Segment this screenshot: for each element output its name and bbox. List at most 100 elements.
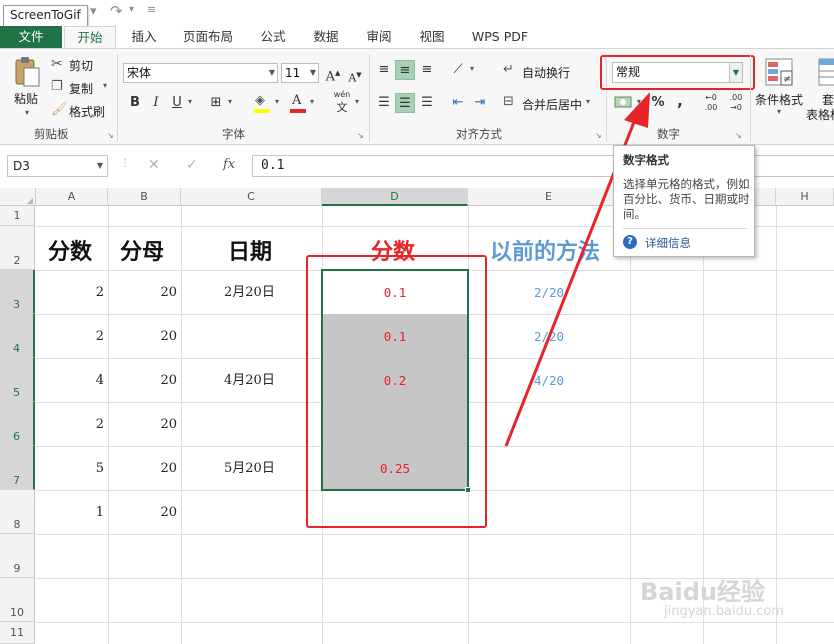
row-header-4[interactable]: 4 xyxy=(0,314,35,358)
redo-icon[interactable]: ↷ xyxy=(110,2,123,20)
cell-a2[interactable]: 分数 xyxy=(48,234,92,266)
row-header-7[interactable]: 7 xyxy=(0,446,35,490)
row-header-3[interactable]: 3 xyxy=(0,270,35,314)
cell-b3[interactable]: 20 xyxy=(108,283,177,303)
align-top-icon: ≡ xyxy=(378,62,390,77)
paste-button[interactable] xyxy=(12,56,42,88)
column-header-h[interactable]: H xyxy=(776,188,834,206)
fill-dropdown-icon[interactable]: ▾ xyxy=(275,97,279,106)
orientation-dropdown-icon[interactable]: ▾ xyxy=(470,64,474,73)
cell-c5[interactable]: 4月20日 xyxy=(224,371,275,391)
decrease-indent-button[interactable]: ⇤ xyxy=(448,93,468,113)
cell-a4[interactable]: 2 xyxy=(36,327,104,347)
align-top-button[interactable]: ≡ xyxy=(374,60,394,80)
tab-page-layout[interactable]: 页面布局 xyxy=(176,26,240,48)
tooltip-more-info-link[interactable]: 详细信息 xyxy=(645,235,691,251)
column-header-b[interactable]: B xyxy=(108,188,181,206)
cell-a6[interactable]: 2 xyxy=(36,415,104,435)
font-color-button[interactable]: A xyxy=(288,93,308,115)
format-painter-button[interactable]: 🖌 格式刷 xyxy=(51,102,111,120)
phonetic-dropdown-icon[interactable]: ▾ xyxy=(355,97,359,106)
row-header-1[interactable]: 1 xyxy=(0,206,35,226)
row-header-6[interactable]: 6 xyxy=(0,402,35,446)
tab-file[interactable]: 文件 xyxy=(0,26,62,48)
fill-color-swatch xyxy=(254,109,270,113)
name-box[interactable]: D3 ▼ xyxy=(7,155,108,177)
wrap-text-button[interactable]: ↵ 自动换行 xyxy=(503,62,573,82)
format-as-table-button[interactable] xyxy=(817,57,834,89)
copy-dropdown-icon[interactable]: ▾ xyxy=(103,81,107,90)
increase-indent-button[interactable]: ⇥ xyxy=(470,93,490,113)
tab-insert[interactable]: 插入 xyxy=(124,26,164,48)
paste-dropdown-icon[interactable]: ▾ xyxy=(25,108,29,117)
row-header-9[interactable]: 9 xyxy=(0,534,35,578)
cancel-button[interactable]: ✕ xyxy=(148,157,160,173)
align-right-button[interactable]: ☰ xyxy=(417,93,437,113)
align-center-button[interactable]: ☰ xyxy=(395,93,415,113)
cell-c2[interactable]: 日期 xyxy=(228,234,272,266)
decrease-decimal-button[interactable]: .00 →0 xyxy=(725,93,747,115)
cell-b4[interactable]: 20 xyxy=(108,327,177,347)
bold-button[interactable]: B xyxy=(125,93,145,113)
tab-data[interactable]: 数据 xyxy=(306,26,346,48)
cell-c3[interactable]: 2月20日 xyxy=(224,283,275,303)
cell-c7[interactable]: 5月20日 xyxy=(224,459,275,479)
tab-view[interactable]: 视图 xyxy=(412,26,452,48)
cell-a5[interactable]: 4 xyxy=(36,371,104,391)
conditional-format-dropdown-icon[interactable]: ▾ xyxy=(777,107,781,116)
borders-button[interactable]: ⊞ xyxy=(206,93,226,113)
tab-wps-pdf[interactable]: WPS PDF xyxy=(464,26,536,48)
underline-dropdown-icon[interactable]: ▾ xyxy=(188,97,192,106)
row-header-8[interactable]: 8 xyxy=(0,490,35,534)
align-bottom-button[interactable]: ≡ xyxy=(417,60,437,80)
quick-access-dropdown-icon[interactable]: ▾ xyxy=(90,4,97,19)
row-header-10[interactable]: 10 xyxy=(0,578,35,622)
comma-button[interactable]: , xyxy=(670,91,690,111)
cell-b2[interactable]: 分母 xyxy=(120,234,164,266)
fill-color-button[interactable]: ◈ xyxy=(252,93,274,115)
column-header-a[interactable]: A xyxy=(36,188,108,206)
cell-b8[interactable]: 20 xyxy=(108,503,177,523)
cut-button[interactable]: ✂ 剪切 xyxy=(51,56,111,74)
tab-review[interactable]: 审阅 xyxy=(359,26,399,48)
cell-a3[interactable]: 2 xyxy=(36,283,104,303)
cell-b5[interactable]: 20 xyxy=(108,371,177,391)
row-header-5[interactable]: 5 xyxy=(0,358,35,402)
copy-button[interactable]: ❐ 复制 ▾ xyxy=(51,79,111,97)
font-size-select[interactable]: 11 ▼ xyxy=(281,63,319,83)
increase-decimal-button[interactable]: ←0 .00 xyxy=(700,93,722,115)
align-middle-button[interactable]: ≡ xyxy=(395,60,415,80)
grow-font-button[interactable]: A▲ xyxy=(323,63,343,84)
row-header-11[interactable]: 11 xyxy=(0,622,35,644)
italic-button[interactable]: I xyxy=(146,93,166,113)
column-header-c[interactable]: C xyxy=(181,188,322,206)
cell-a8[interactable]: 1 xyxy=(36,503,104,523)
align-left-button[interactable]: ☰ xyxy=(374,93,394,113)
conditional-format-button[interactable]: ≠ xyxy=(764,57,796,89)
cell-b7[interactable]: 20 xyxy=(108,459,177,479)
shrink-font-button[interactable]: A▼ xyxy=(345,65,365,85)
quick-access-bar xyxy=(0,0,834,26)
underline-button[interactable]: U xyxy=(167,93,187,113)
redo-dropdown-icon[interactable]: ▾ xyxy=(129,4,134,15)
column-header-d[interactable]: D xyxy=(322,188,468,206)
tooltip-title: 数字格式 xyxy=(623,153,669,167)
tab-formulas[interactable]: 公式 xyxy=(253,26,293,48)
chevron-down-icon: ▼ xyxy=(96,161,103,170)
enter-button[interactable]: ✓ xyxy=(186,157,198,173)
clipboard-launcher-icon[interactable]: ↘ xyxy=(107,131,114,140)
phonetic-button[interactable]: wén 文 xyxy=(331,90,353,116)
number-launcher-icon[interactable]: ↘ xyxy=(735,131,742,140)
borders-dropdown-icon[interactable]: ▾ xyxy=(228,97,232,106)
row-header-2[interactable]: 2 xyxy=(0,226,35,270)
cell-a7[interactable]: 5 xyxy=(36,459,104,479)
tab-home[interactable]: 开始 xyxy=(64,26,116,48)
orientation-button[interactable]: ⟋ xyxy=(448,60,468,80)
cell-b6[interactable]: 20 xyxy=(108,415,177,435)
customize-qa-icon[interactable]: ≡ xyxy=(147,3,156,16)
font-name-select[interactable]: 宋体 ▼ xyxy=(123,63,278,83)
font-launcher-icon[interactable]: ↘ xyxy=(357,131,364,140)
insert-function-button[interactable]: fx xyxy=(223,157,235,172)
font-color-dropdown-icon[interactable]: ▾ xyxy=(310,97,314,106)
select-all-corner[interactable]: ◢ xyxy=(0,188,36,206)
